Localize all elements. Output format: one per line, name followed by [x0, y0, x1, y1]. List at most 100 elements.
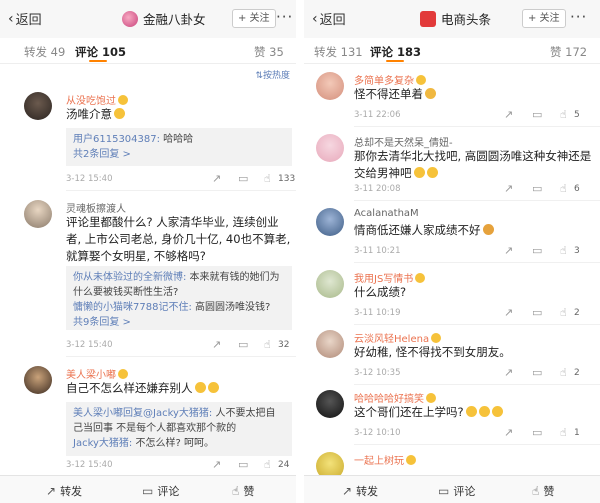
vip-badge-icon	[118, 369, 128, 379]
emoji-icon	[114, 108, 125, 119]
avatar	[316, 390, 344, 418]
emoji-icon	[194, 382, 206, 393]
comment-icon[interactable]: ▭	[532, 244, 542, 257]
tab-comment[interactable]: 评论 105	[75, 44, 126, 60]
comment-time: 3-12 15:40	[66, 340, 113, 350]
comment-icon[interactable]: ▭	[238, 338, 248, 351]
reply-box[interactable]: 你从未体验过的全新微博: 本来就有钱的她们为什么要被钱买断性生活? 慵懒的小猫咪…	[66, 266, 292, 330]
avatar	[316, 134, 344, 162]
repost-button[interactable]: ↗ 转发	[342, 483, 378, 499]
tab-indicator	[386, 60, 404, 62]
comment-author[interactable]: 多简单多复杂	[354, 72, 426, 87]
like-label: 赞	[543, 485, 555, 498]
thumb-up-icon[interactable]: ☝	[264, 172, 271, 185]
comment-text: 那你去清华北大找吧, 高圆圆汤唯这种女神还是交给男神吧	[354, 149, 592, 180]
thumb-up-icon: ☝	[232, 484, 240, 498]
back-button[interactable]: ‹ 返回	[8, 9, 42, 29]
share-icon[interactable]: ↗	[212, 172, 221, 185]
comment-author[interactable]: 总却不是天然呆_倩妞-	[354, 134, 453, 149]
reply-line: 美人梁小嘟回复@Jacky大猪猪: 人不要太把自己当回事 不是每个人都喜欢那个款…	[73, 408, 276, 434]
share-icon[interactable]: ↗	[212, 338, 221, 351]
comment-button[interactable]: ▭ 评论	[142, 483, 179, 499]
avatar	[24, 92, 52, 120]
share-icon[interactable]: ↗	[504, 182, 513, 195]
tab-like[interactable]: 赞 35	[254, 44, 284, 60]
share-icon[interactable]: ↗	[504, 366, 513, 379]
comment-time: 3-11 20:08	[354, 184, 401, 194]
account-logo-icon	[420, 10, 436, 27]
comment-icon[interactable]: ▭	[238, 458, 248, 471]
emoji-icon	[425, 88, 436, 99]
comment-meta: 3-12 15:40 ↗ ▭ ☝ 133	[66, 172, 295, 188]
comment-author[interactable]: 一起上树玩	[354, 452, 416, 467]
more-icon[interactable]: ···	[276, 8, 293, 26]
like-button[interactable]: ☝ 赞	[532, 483, 554, 499]
share-icon[interactable]: ↗	[504, 108, 513, 121]
divider	[66, 356, 296, 357]
comment-time: 3-11 10:19	[354, 308, 401, 318]
comment-author[interactable]: 哈哈哈哈好搞笑	[354, 390, 436, 405]
repost-button[interactable]: ↗ 转发	[46, 483, 82, 499]
divider	[354, 200, 600, 201]
share-icon[interactable]: ↗	[212, 458, 221, 471]
tab-repost[interactable]: 转发 131	[314, 44, 363, 60]
follow-button[interactable]: + 关注	[232, 9, 276, 28]
thumb-up-icon[interactable]: ☝	[560, 306, 567, 319]
sort-by-hot[interactable]: ⇅按热度	[255, 68, 290, 81]
thumb-up-icon[interactable]: ☝	[264, 338, 271, 351]
comment-time: 3-11 10:21	[354, 246, 401, 256]
comment-author[interactable]: 美人梁小嘟	[66, 366, 128, 381]
comment-button[interactable]: ▭ 评论	[438, 483, 475, 499]
thumb-up-icon[interactable]: ☝	[560, 182, 567, 195]
nav-bar: ‹ 返回 电商头条 + 关注 ···	[304, 0, 600, 38]
back-button[interactable]: ‹ 返回	[312, 9, 346, 29]
account-name: 金融八卦女	[143, 12, 206, 27]
tab-comment[interactable]: 评论 183	[370, 44, 421, 60]
back-label: 返回	[15, 13, 42, 28]
comment-time: 3-11 22:06	[354, 110, 401, 120]
comment-author[interactable]: AcalanathaM	[354, 208, 419, 219]
thumb-up-icon[interactable]: ☝	[560, 108, 567, 121]
tab-like[interactable]: 赞 172	[550, 44, 587, 60]
reply-count-link[interactable]: 共2条回复 >	[73, 147, 285, 162]
reply-box[interactable]: 美人梁小嘟回复@Jacky大猪猪: 人不要太把自己当回事 不是每个人都喜欢那个款…	[66, 402, 292, 456]
emoji-icon	[426, 167, 438, 178]
share-icon[interactable]: ↗	[504, 306, 513, 319]
comment-icon[interactable]: ▭	[532, 426, 542, 439]
reply-line: 用户6115304387: 哈哈哈	[73, 134, 194, 145]
like-button[interactable]: ☝ 赞	[232, 483, 254, 499]
thumb-up-icon[interactable]: ☝	[264, 458, 271, 471]
thumb-up-icon[interactable]: ☝	[560, 244, 567, 257]
like-count: 24	[278, 460, 290, 470]
comment-author[interactable]: 云淡风轻Helena	[354, 330, 442, 345]
comment-meta: 3-11 22:06 ↗ ▭ ☝ 5	[354, 108, 590, 124]
nav-bar: ‹ 返回 金融八卦女 + 关注 ···	[0, 0, 296, 38]
share-icon[interactable]: ↗	[504, 426, 513, 439]
account-name: 电商头条	[441, 12, 492, 27]
repost-icon: ↗	[46, 484, 57, 498]
tab-bar: 转发 131 评论 183 赞 172	[304, 38, 600, 64]
comment-icon[interactable]: ▭	[532, 366, 542, 379]
comment-meta: 3-11 20:08 ↗ ▭ ☝ 6	[354, 182, 590, 198]
comment-time: 3-12 15:40	[66, 460, 113, 470]
more-icon[interactable]: ···	[570, 8, 587, 26]
follow-button[interactable]: + 关注	[522, 9, 566, 28]
account-title[interactable]: 电商头条	[420, 9, 491, 28]
thumb-up-icon[interactable]: ☝	[560, 426, 567, 439]
account-title[interactable]: 金融八卦女	[122, 9, 206, 28]
comment-author[interactable]: 从没吃饱过	[66, 92, 128, 107]
comment-icon[interactable]: ▭	[238, 172, 248, 185]
comment-icon[interactable]: ▭	[532, 306, 542, 319]
reply-count-link[interactable]: 共9条回复 >	[73, 315, 285, 330]
reply-box[interactable]: 用户6115304387: 哈哈哈 共2条回复 >	[66, 128, 292, 166]
comment-icon: ▭	[142, 484, 154, 498]
comment-author[interactable]: 灵魂板擦渡人	[66, 200, 126, 215]
comment-icon[interactable]: ▭	[532, 108, 542, 121]
comment-icon[interactable]: ▭	[532, 182, 542, 195]
comment-author[interactable]: 我用JS写情书	[354, 270, 426, 285]
comment-meta: 3-12 15:40 ↗ ▭ ☝ 24	[66, 458, 294, 474]
repost-label: 转发	[60, 485, 83, 498]
share-icon[interactable]: ↗	[504, 244, 513, 257]
tab-repost[interactable]: 转发 49	[24, 44, 65, 60]
thumb-up-icon[interactable]: ☝	[560, 366, 567, 379]
